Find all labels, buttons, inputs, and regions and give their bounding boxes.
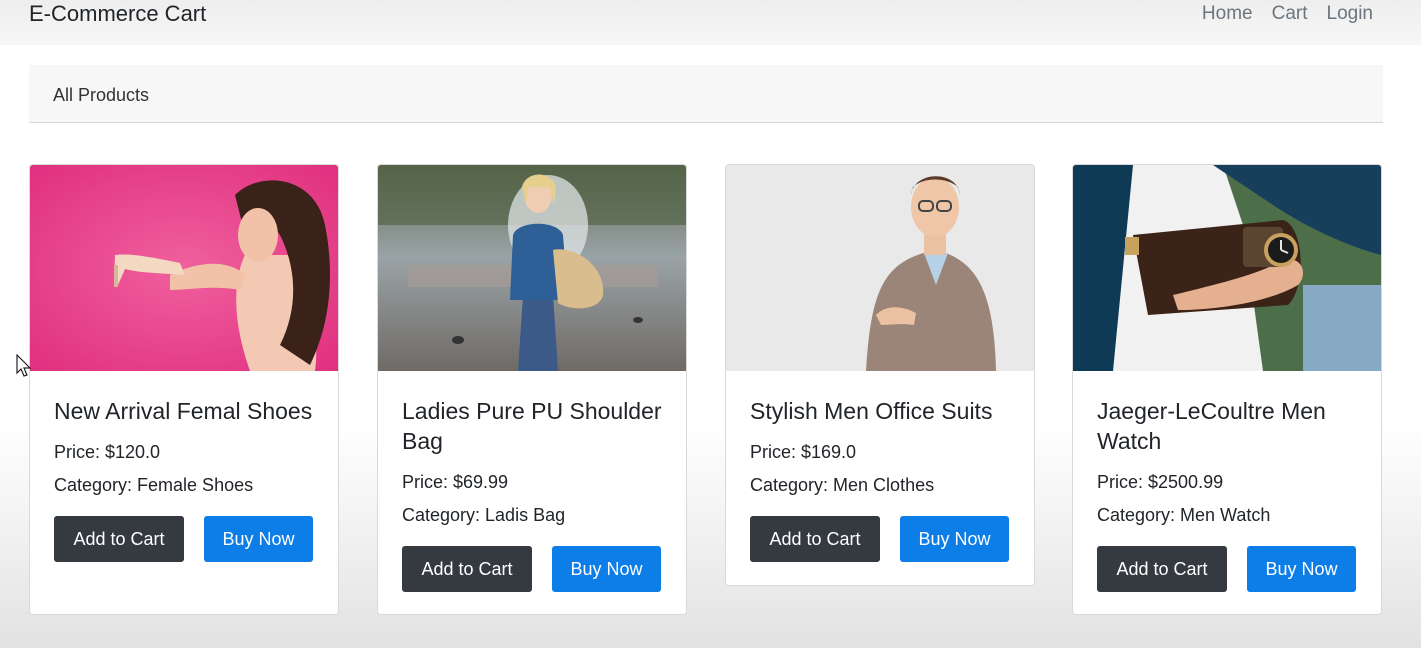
nav-login-link[interactable]: Login [1327,0,1374,27]
product-title: New Arrival Femal Shoes [54,398,313,424]
add-to-cart-button[interactable]: Add to Cart [54,516,184,562]
buy-now-button[interactable]: Buy Now [204,516,313,562]
mouse-cursor-icon [16,353,32,383]
product-price: Price: $2500.99 [1097,472,1224,492]
man-wrist-watch-image [1073,165,1381,371]
product-category: Category: Men Clothes [750,475,935,495]
woman-with-shoulder-bag-image [378,165,686,371]
product-card-body: Stylish Men Office Suits Price: $169.0 C… [750,396,1020,562]
brand-link[interactable]: E-Commerce Cart [29,0,206,28]
product-title: Jaeger-LeCoultre Men Watch [1097,398,1326,454]
navbar: E-Commerce Cart Home Cart Login [0,0,1421,45]
product-price: Price: $169.0 [750,442,857,462]
add-to-cart-button[interactable]: Add to Cart [1097,546,1227,592]
woman-holding-shoe-image [30,165,338,371]
buy-now-button[interactable]: Buy Now [900,516,1009,562]
product-card-body: Ladies Pure PU Shoulder Bag Price: $69.9… [402,396,672,592]
product-title: Ladies Pure PU Shoulder Bag [402,398,662,454]
man-in-suit-image [726,165,1034,371]
product-card: Jaeger-LeCoultre Men Watch Price: $2500.… [1072,164,1382,615]
product-card: Ladies Pure PU Shoulder Bag Price: $69.9… [377,164,687,615]
nav-cart-link[interactable]: Cart [1272,0,1308,27]
buy-now-button[interactable]: Buy Now [1247,546,1356,592]
product-category: Category: Men Watch [1097,505,1271,525]
buy-now-button[interactable]: Buy Now [552,546,661,592]
nav-links: Home Cart Login [1202,0,1373,27]
nav-home-link[interactable]: Home [1202,0,1253,27]
product-price: Price: $120.0 [54,442,161,462]
product-price: Price: $69.99 [402,472,509,492]
add-to-cart-button[interactable]: Add to Cart [402,546,532,592]
product-title: Stylish Men Office Suits [750,398,993,424]
breadcrumb-all-products: All Products [53,85,150,105]
product-category: Category: Female Shoes [54,475,254,495]
product-card: New Arrival Femal Shoes Price: $120.0 Ca… [29,164,339,615]
product-category: Category: Ladis Bag [402,505,566,525]
product-card: Stylish Men Office Suits Price: $169.0 C… [725,164,1035,586]
product-card-body: New Arrival Femal Shoes Price: $120.0 Ca… [54,396,324,562]
breadcrumb: All Products [29,65,1383,123]
product-card-body: Jaeger-LeCoultre Men Watch Price: $2500.… [1097,396,1367,592]
add-to-cart-button[interactable]: Add to Cart [750,516,880,562]
